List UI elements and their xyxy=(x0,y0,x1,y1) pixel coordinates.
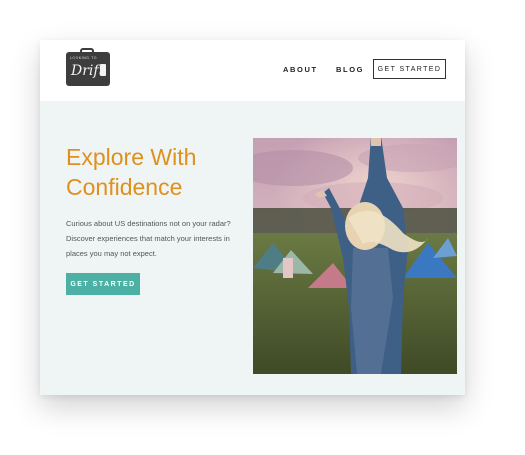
nav-blog-link[interactable]: BLOG xyxy=(336,65,364,74)
suitcase-handle-icon xyxy=(80,48,94,54)
nav-about-link[interactable]: ABOUT xyxy=(283,65,318,74)
nav-get-started-button[interactable]: GET STARTED xyxy=(373,59,446,79)
logo-top-text: LOOKING TO xyxy=(70,56,97,60)
hero-photo xyxy=(253,138,457,374)
luggage-tag-icon xyxy=(100,64,106,76)
logo[interactable]: LOOKING TO Drift xyxy=(66,48,110,86)
hero-get-started-button[interactable]: GET STARTED xyxy=(66,273,140,295)
festival-photo-illustration xyxy=(253,138,457,374)
hero-description: Curious about US destinations not on you… xyxy=(66,219,231,258)
site-header: LOOKING TO Drift ABOUT BLOG GET STARTED xyxy=(40,40,465,101)
hero-title: Explore With Confidence xyxy=(66,144,197,200)
hero-section: Explore With Confidence Curious about US… xyxy=(40,101,465,395)
landing-page-card: LOOKING TO Drift ABOUT BLOG GET STARTED … xyxy=(40,40,465,395)
